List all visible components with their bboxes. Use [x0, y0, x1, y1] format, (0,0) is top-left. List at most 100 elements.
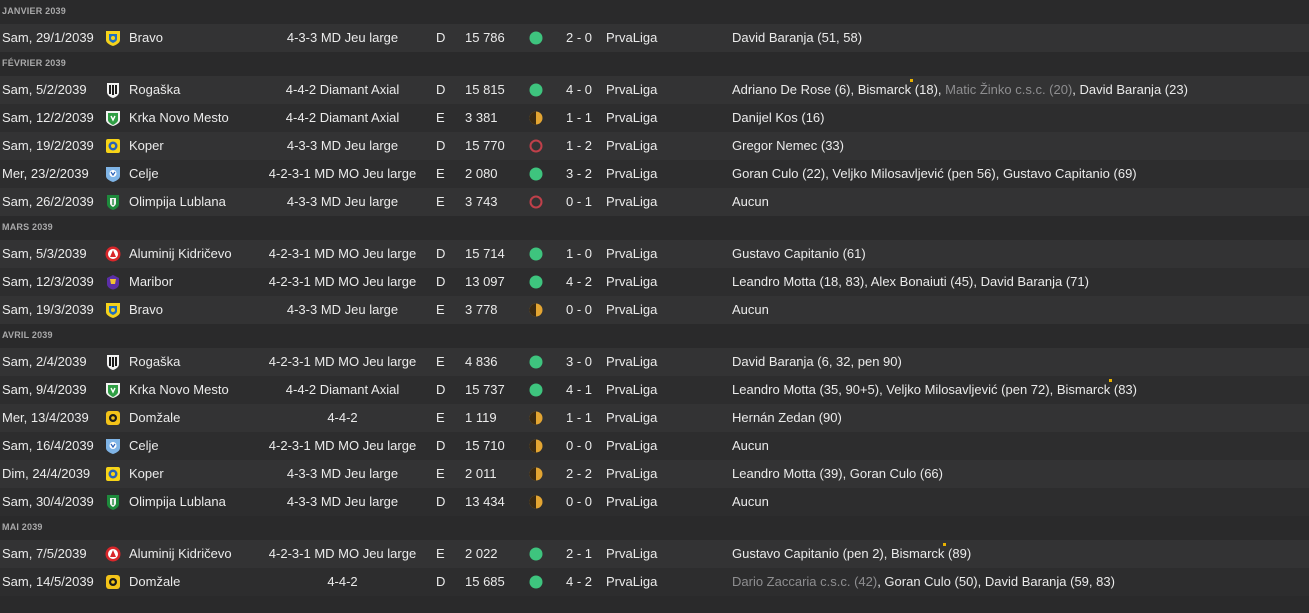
- match-row[interactable]: Sam, 5/2/2039 Rogaška 4-4-2 Diamant Axial D…: [0, 76, 1309, 104]
- opponent-team-link[interactable]: Koper: [129, 460, 164, 488]
- competition-link[interactable]: PrvaLiga: [606, 404, 657, 432]
- match-row[interactable]: Mer, 23/2/2039 Celje 4-2-3-1 MD MO Jeu lar…: [0, 160, 1309, 188]
- opponent-team-link[interactable]: Domžale: [129, 404, 180, 432]
- match-score[interactable]: 2 - 2: [560, 460, 598, 488]
- competition-link[interactable]: PrvaLiga: [606, 76, 657, 104]
- competition-link[interactable]: PrvaLiga: [606, 160, 657, 188]
- match-row[interactable]: Dim, 24/4/2039 Koper 4-3-3 MD Jeu large E 2 …: [0, 460, 1309, 488]
- opponent-team-link[interactable]: Olimpija Lublana: [129, 188, 226, 216]
- opponent-team-link[interactable]: Aluminij Kidričevo: [129, 540, 232, 568]
- match-date: Sam, 26/2/2039: [2, 194, 94, 209]
- result-win-icon: [529, 247, 543, 261]
- goal-scorers: Gregor Nemec (33): [732, 132, 844, 160]
- olimpija-badge-icon[interactable]: [105, 494, 121, 510]
- match-row[interactable]: Sam, 29/1/2039 Bravo 4-3-3 MD Jeu large D 15…: [0, 24, 1309, 52]
- match-score[interactable]: 2 - 0: [560, 24, 598, 52]
- match-row[interactable]: Sam, 16/4/2039 Celje 4-2-3-1 MD MO Jeu lar…: [0, 432, 1309, 460]
- match-attendance: 15 737: [465, 382, 505, 397]
- koper-badge-icon[interactable]: [105, 466, 121, 482]
- match-row[interactable]: Sam, 9/4/2039 Krka Novo Mesto 4-4-2 Diaman…: [0, 376, 1309, 404]
- match-formation: 4-3-3 MD Jeu large: [286, 302, 399, 317]
- opponent-team-link[interactable]: Maribor: [129, 268, 173, 296]
- match-formation: 4-2-3-1 MD MO Jeu large: [268, 274, 417, 289]
- match-score[interactable]: 0 - 0: [560, 432, 598, 460]
- domzale-badge-icon[interactable]: [105, 574, 121, 590]
- opponent-team-link[interactable]: Bravo: [129, 24, 163, 52]
- match-row[interactable]: Mer, 13/4/2039 Domžale 4-4-2 E 1 119 1 - 1 Prv…: [0, 404, 1309, 432]
- krka-badge-icon[interactable]: [105, 382, 121, 398]
- match-score[interactable]: 1 - 2: [560, 132, 598, 160]
- match-row[interactable]: Sam, 7/5/2039 Aluminij Kidričevo 4-2-3-1 M…: [0, 540, 1309, 568]
- competition-link[interactable]: PrvaLiga: [606, 188, 657, 216]
- result-loss-icon: [529, 139, 543, 153]
- match-score[interactable]: 3 - 2: [560, 160, 598, 188]
- opponent-team-link[interactable]: Rogaška: [129, 76, 180, 104]
- match-row[interactable]: Sam, 30/4/2039 Olimpija Lublana 4-3-3 MD J…: [0, 488, 1309, 516]
- match-score[interactable]: 4 - 2: [560, 268, 598, 296]
- competition-link[interactable]: PrvaLiga: [606, 296, 657, 324]
- match-date: Sam, 7/5/2039: [2, 546, 87, 561]
- opponent-team-link[interactable]: Krka Novo Mesto: [129, 104, 229, 132]
- competition-link[interactable]: PrvaLiga: [606, 488, 657, 516]
- match-row[interactable]: Sam, 19/2/2039 Koper 4-3-3 MD Jeu large D 15…: [0, 132, 1309, 160]
- match-score[interactable]: 3 - 0: [560, 348, 598, 376]
- match-score[interactable]: 4 - 2: [560, 568, 598, 596]
- competition-link[interactable]: PrvaLiga: [606, 376, 657, 404]
- match-row[interactable]: Sam, 19/3/2039 Bravo 4-3-3 MD Jeu large E 3 …: [0, 296, 1309, 324]
- match-score[interactable]: 0 - 0: [560, 296, 598, 324]
- bravo-badge-icon[interactable]: [105, 30, 121, 46]
- opponent-team-link[interactable]: Bravo: [129, 296, 163, 324]
- rogaska-badge-icon[interactable]: [105, 354, 121, 370]
- match-score[interactable]: 1 - 1: [560, 404, 598, 432]
- domzale-badge-icon[interactable]: [105, 410, 121, 426]
- bravo-badge-icon[interactable]: [105, 302, 121, 318]
- competition-link[interactable]: PrvaLiga: [606, 460, 657, 488]
- match-row[interactable]: Sam, 12/2/2039 Krka Novo Mesto 4-4-2 Diama…: [0, 104, 1309, 132]
- competition-link[interactable]: PrvaLiga: [606, 540, 657, 568]
- celje-badge-icon[interactable]: [105, 438, 121, 454]
- match-venue: D: [436, 138, 446, 153]
- aluminij-badge-icon[interactable]: [105, 546, 121, 562]
- opponent-team-link[interactable]: Koper: [129, 132, 164, 160]
- opponent-team-link[interactable]: Rogaška: [129, 348, 180, 376]
- rogaska-badge-icon[interactable]: [105, 82, 121, 98]
- match-date: Sam, 2/4/2039: [2, 354, 87, 369]
- competition-link[interactable]: PrvaLiga: [606, 348, 657, 376]
- opponent-team-link[interactable]: Krka Novo Mesto: [129, 376, 229, 404]
- competition-link[interactable]: PrvaLiga: [606, 104, 657, 132]
- opponent-team-link[interactable]: Domžale: [129, 568, 180, 596]
- match-row[interactable]: Sam, 26/2/2039 Olimpija Lublana 4-3-3 MD J…: [0, 188, 1309, 216]
- match-score[interactable]: 4 - 0: [560, 76, 598, 104]
- koper-badge-icon[interactable]: [105, 138, 121, 154]
- match-venue: D: [436, 246, 446, 261]
- match-score[interactable]: 4 - 1: [560, 376, 598, 404]
- opponent-team-link[interactable]: Celje: [129, 432, 159, 460]
- scorer-text: Aucun: [732, 494, 769, 509]
- competition-link[interactable]: PrvaLiga: [606, 432, 657, 460]
- competition-link[interactable]: PrvaLiga: [606, 268, 657, 296]
- match-score[interactable]: 0 - 0: [560, 488, 598, 516]
- opponent-team-link[interactable]: Aluminij Kidričevo: [129, 240, 232, 268]
- match-row[interactable]: Sam, 12/3/2039 Maribor 4-2-3-1 MD MO Jeu l…: [0, 268, 1309, 296]
- match-row[interactable]: Sam, 2/4/2039 Rogaška 4-2-3-1 MD MO Jeu la…: [0, 348, 1309, 376]
- match-row[interactable]: Sam, 14/5/2039 Domžale 4-4-2 D 15 685 4 - 2 Pr…: [0, 568, 1309, 596]
- match-score[interactable]: 2 - 1: [560, 540, 598, 568]
- competition-link[interactable]: PrvaLiga: [606, 132, 657, 160]
- opponent-team-link[interactable]: Celje: [129, 160, 159, 188]
- opponent-team-link[interactable]: Olimpija Lublana: [129, 488, 226, 516]
- match-score[interactable]: 1 - 1: [560, 104, 598, 132]
- competition-link[interactable]: PrvaLiga: [606, 24, 657, 52]
- competition-link[interactable]: PrvaLiga: [606, 568, 657, 596]
- celje-badge-icon[interactable]: [105, 166, 121, 182]
- scorer-name-link[interactable]: Bismarck: [891, 546, 944, 561]
- match-row[interactable]: Sam, 5/3/2039 Aluminij Kidričevo 4-2-3-1 M…: [0, 240, 1309, 268]
- scorer-name-link[interactable]: Bismarck: [1057, 382, 1110, 397]
- match-score[interactable]: 1 - 0: [560, 240, 598, 268]
- krka-badge-icon[interactable]: [105, 110, 121, 126]
- maribor-badge-icon[interactable]: [105, 274, 121, 290]
- scorer-name-link[interactable]: Bismarck: [858, 82, 911, 97]
- olimpija-badge-icon[interactable]: [105, 194, 121, 210]
- match-score[interactable]: 0 - 1: [560, 188, 598, 216]
- aluminij-badge-icon[interactable]: [105, 246, 121, 262]
- competition-link[interactable]: PrvaLiga: [606, 240, 657, 268]
